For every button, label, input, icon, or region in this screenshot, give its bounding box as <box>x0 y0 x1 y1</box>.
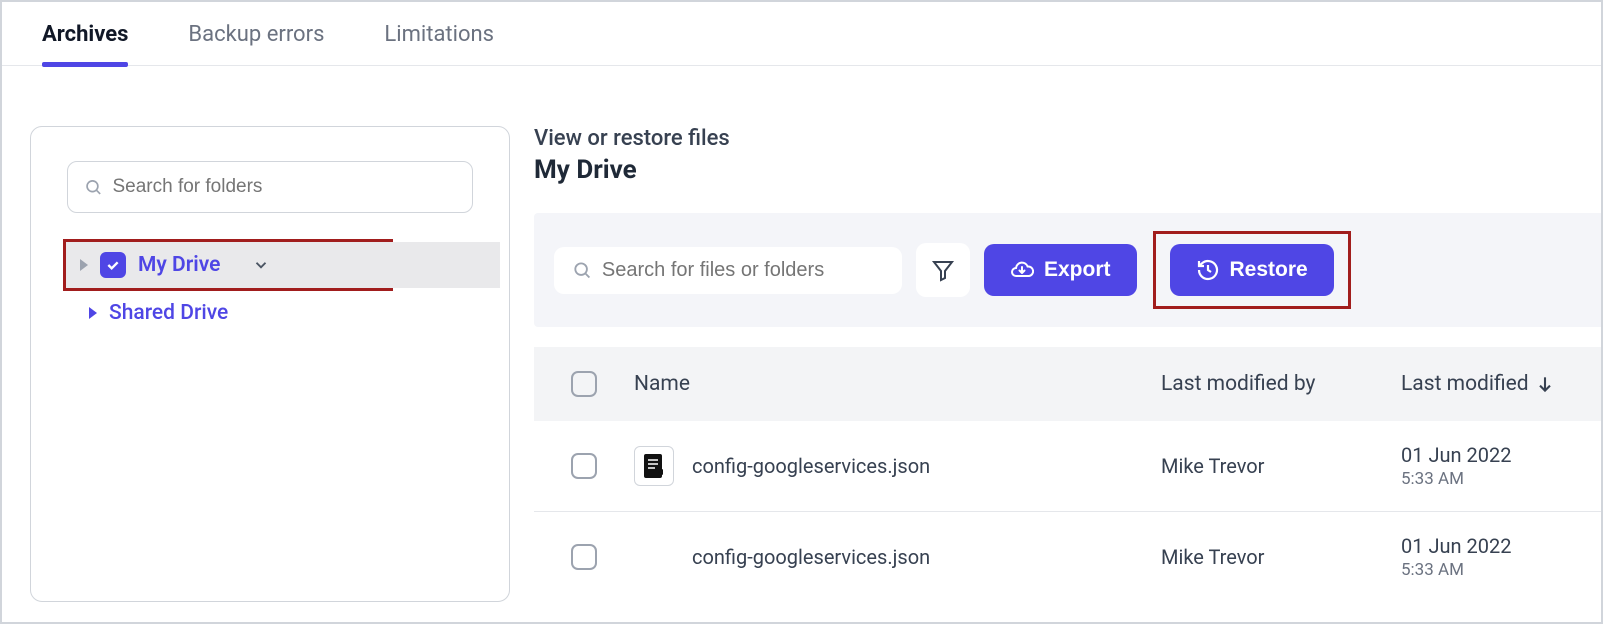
export-button[interactable]: Export <box>984 244 1137 296</box>
export-label: Export <box>1044 258 1111 282</box>
table-header: Name Last modified by Last modified <box>534 347 1601 421</box>
tab-limitations[interactable]: Limitations <box>384 22 494 65</box>
highlight-restore: Restore <box>1153 231 1351 309</box>
sidebar-item-shared-drive[interactable]: Shared Drive <box>75 295 509 331</box>
restore-label: Restore <box>1230 258 1308 282</box>
modified-by: Mike Trevor <box>1161 454 1401 478</box>
modified-date: 01 Jun 2022 5:33 AM <box>1401 534 1601 580</box>
cloud-download-icon <box>1010 258 1034 282</box>
file-name: config-googleservices.json <box>692 545 930 569</box>
file-name: config-googleservices.json <box>692 454 930 478</box>
search-icon <box>84 177 102 197</box>
row-checkbox[interactable] <box>571 453 597 479</box>
expand-caret-icon[interactable] <box>80 259 88 271</box>
table-row[interactable]: config-googleservices.json Mike Trevor 0… <box>534 421 1601 512</box>
checkbox-checked-icon[interactable] <box>100 252 126 278</box>
arrow-down-icon <box>1535 374 1555 394</box>
row-checkbox[interactable] <box>571 544 597 570</box>
folder-sidebar: My Drive Shared Drive <box>30 126 510 602</box>
column-modified-by[interactable]: Last modified by <box>1161 372 1401 396</box>
tab-backup-errors[interactable]: Backup errors <box>188 22 324 65</box>
chevron-down-icon[interactable] <box>252 256 270 274</box>
folder-search-input[interactable] <box>112 176 456 198</box>
file-search-input[interactable] <box>602 259 884 282</box>
filter-button[interactable] <box>916 243 970 297</box>
restore-icon <box>1196 258 1220 282</box>
toolbar: Export Restore <box>534 213 1601 327</box>
file-search[interactable] <box>554 247 902 294</box>
select-all-checkbox[interactable] <box>571 371 597 397</box>
sidebar-item-label: My Drive <box>138 253 220 277</box>
expand-caret-icon[interactable] <box>89 307 97 319</box>
modified-date: 01 Jun 2022 5:33 AM <box>1401 443 1601 489</box>
file-table: Name Last modified by Last modified conf… <box>534 347 1601 602</box>
view-label: View or restore files <box>534 126 1601 151</box>
column-modified[interactable]: Last modified <box>1401 372 1601 396</box>
content-area: View or restore files My Drive Export Re… <box>534 66 1601 602</box>
sidebar-item-label: Shared Drive <box>109 301 228 325</box>
sidebar-item-my-drive[interactable]: My Drive <box>66 242 500 288</box>
tab-archives[interactable]: Archives <box>42 22 128 65</box>
modified-by: Mike Trevor <box>1161 545 1401 569</box>
restore-button[interactable]: Restore <box>1170 244 1334 296</box>
highlight-my-drive: My Drive <box>63 239 393 291</box>
column-name[interactable]: Name <box>634 372 1161 396</box>
file-icon <box>634 446 674 486</box>
filter-icon <box>931 258 955 282</box>
tabs-bar: Archives Backup errors Limitations <box>2 2 1601 66</box>
table-row[interactable]: config-googleservices.json Mike Trevor 0… <box>534 512 1601 602</box>
page-title: My Drive <box>534 155 1601 185</box>
folder-search[interactable] <box>67 161 473 213</box>
search-icon <box>572 259 592 281</box>
